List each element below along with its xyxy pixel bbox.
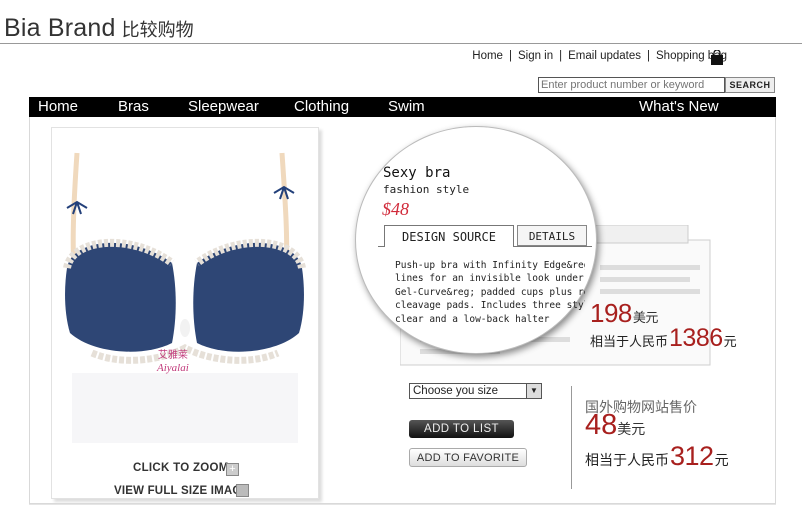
brand-header: Bia Brand 比较购物 bbox=[4, 14, 194, 46]
sign-in-link[interactable]: Sign in bbox=[518, 50, 553, 62]
shopping-bag-icon[interactable] bbox=[709, 50, 725, 65]
bottom-rule bbox=[29, 504, 776, 505]
nav-whats-new[interactable]: What's New bbox=[639, 97, 719, 117]
size-select-value: Choose you size bbox=[413, 385, 499, 397]
add-to-favorite-button[interactable]: ADD TO FAVORITE bbox=[409, 448, 527, 467]
product-image[interactable] bbox=[52, 128, 318, 458]
zoom-plus-icon[interactable]: + bbox=[226, 463, 239, 476]
nav-home[interactable]: Home bbox=[38, 97, 78, 117]
home-link[interactable]: Home bbox=[472, 50, 503, 62]
main-nav: Home Bras Sleepwear Clothing Swim What's… bbox=[29, 97, 776, 117]
description-line: Gel-Curve&reg; padded cups plus removabl… bbox=[395, 286, 585, 298]
chevron-down-icon[interactable]: ▼ bbox=[526, 384, 541, 398]
watermark-cn: 艾雅莱 bbox=[157, 350, 188, 361]
price-divider bbox=[571, 386, 572, 489]
intl-price-unit: 美元 bbox=[617, 421, 646, 437]
intl-price: 48 美元 bbox=[585, 409, 645, 442]
description-line: clear and a low-back halter bbox=[395, 313, 550, 325]
tab-design-source[interactable]: DESIGN SOURCE bbox=[384, 225, 514, 247]
add-to-list-button[interactable]: ADD TO LIST bbox=[409, 420, 514, 438]
size-select[interactable]: Choose you size ▼ bbox=[409, 383, 542, 399]
description-line: cleavage pads. Includes three styles for… bbox=[395, 300, 585, 312]
product-title: Sexy bra bbox=[383, 165, 451, 181]
separator: | bbox=[559, 50, 563, 62]
us-price-unit: 美元 bbox=[632, 310, 659, 325]
description-line: Push-up bra with Infinity Edge&reg; that… bbox=[395, 260, 585, 271]
full-size-icon[interactable] bbox=[236, 484, 249, 497]
rmb-unit: 元 bbox=[723, 334, 737, 349]
product-price: $48 bbox=[382, 199, 409, 219]
description-line: lines for an invisible look under clothe… bbox=[395, 273, 585, 285]
tab-details[interactable]: DETAILS bbox=[517, 225, 587, 246]
nav-sleepwear[interactable]: Sleepwear bbox=[188, 97, 259, 117]
top-links: Home | Sign in | Email updates | Shoppin… bbox=[472, 50, 727, 62]
nav-swim[interactable]: Swim bbox=[388, 97, 425, 117]
view-full-size-link[interactable]: VIEW FULL SIZE IMAGE bbox=[114, 485, 249, 497]
rmb-unit: 元 bbox=[714, 452, 729, 468]
rmb-prefix: 相当于人民币 bbox=[585, 452, 669, 468]
intl-price-amount: 48 bbox=[585, 409, 618, 441]
product-description: Push-up bra with Infinity Edge&reg; that… bbox=[395, 259, 585, 326]
rmb-amount: 1386 bbox=[669, 324, 723, 352]
separator: | bbox=[647, 50, 651, 62]
nav-clothing[interactable]: Clothing bbox=[294, 97, 349, 117]
brand-subtitle: 比较购物 bbox=[121, 20, 194, 40]
click-to-zoom-link[interactable]: CLICK TO ZOOM bbox=[133, 462, 229, 474]
email-updates-link[interactable]: Email updates bbox=[568, 50, 641, 62]
search-button[interactable]: SEARCH bbox=[725, 77, 775, 93]
watermark-en: Aiyalai bbox=[157, 362, 189, 374]
product-image-panel bbox=[51, 127, 319, 499]
header-rule bbox=[0, 43, 802, 44]
rmb-amount: 312 bbox=[670, 441, 714, 471]
product-subtitle: fashion style bbox=[383, 183, 470, 196]
rmb-equivalent-1: 相当于人民币 1386 元 bbox=[590, 324, 737, 353]
rmb-prefix: 相当于人民币 bbox=[590, 334, 669, 349]
search-input[interactable] bbox=[538, 77, 725, 93]
nav-bras[interactable]: Bras bbox=[118, 97, 149, 117]
separator: | bbox=[508, 50, 512, 62]
product-watermark: 艾雅莱 Aiyalai bbox=[157, 350, 189, 374]
brand-name: Bia Brand bbox=[4, 14, 116, 42]
rmb-equivalent-2: 相当于人民币 312 元 bbox=[585, 441, 729, 472]
